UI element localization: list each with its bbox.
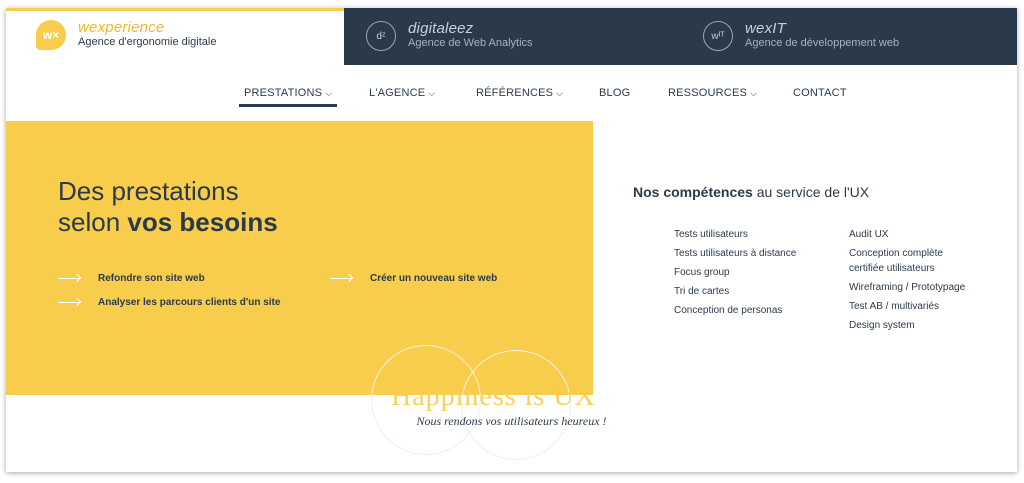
- competences-column-1: Tests utilisateurs Tests utilisateurs à …: [674, 227, 804, 322]
- competence-link[interactable]: Tri de cartes: [674, 284, 804, 299]
- arrow-right-icon: [330, 278, 352, 279]
- nav-item-ressources[interactable]: RESSOURCES ⌵: [668, 87, 757, 99]
- hero-headline: Des prestations selon vos besoins: [58, 176, 278, 238]
- link-label: Créer un nouveau site web: [370, 273, 498, 284]
- brand-bar: w× wexperience Agence d'ergonomie digita…: [6, 8, 1017, 65]
- arrow-right-icon: [58, 302, 80, 303]
- link-analyser-parcours[interactable]: Analyser les parcours clients d'un site: [58, 297, 280, 308]
- chevron-down-icon: ⌵: [428, 87, 436, 98]
- link-refondre-site[interactable]: Refondre son site web: [58, 273, 205, 284]
- brand-digitaleez[interactable]: dᶻ digitaleez Agence de Web Analytics: [366, 21, 533, 51]
- competences-panel: Nos compétences au service de l'UX Tests…: [593, 121, 1017, 395]
- competences-column-2: Audit UX Conception complète certifiée u…: [849, 227, 979, 337]
- link-label: Refondre son site web: [98, 273, 205, 284]
- brand-tagline: Agence d'ergonomie digitale: [78, 36, 217, 48]
- competences-title-bold: Nos compétences: [633, 184, 753, 200]
- competence-link[interactable]: Wireframing / Prototypage: [849, 280, 979, 295]
- competence-link[interactable]: Tests utilisateurs à distance: [674, 246, 804, 261]
- nav-item-references[interactable]: RÉFÉRENCES ⌵: [476, 87, 563, 99]
- competence-link[interactable]: Conception complète certifiée utilisateu…: [849, 246, 979, 276]
- competences-title: Nos compétences au service de l'UX: [633, 184, 869, 200]
- nav-label: CONTACT: [793, 87, 847, 99]
- wexit-logo-icon: wᴵᵀ: [703, 21, 733, 51]
- competence-link[interactable]: Design system: [849, 318, 979, 333]
- chevron-down-icon: ⌵: [325, 87, 333, 98]
- happiness-section: Happiness is UX Nous rendons vos utilisa…: [6, 345, 1017, 472]
- digitaleez-logo-icon: dᶻ: [366, 21, 396, 51]
- nav-item-blog[interactable]: BLOG: [599, 87, 630, 99]
- wexperience-logo-icon: w×: [36, 20, 66, 50]
- competences-title-rest: au service de l'UX: [752, 184, 870, 200]
- happiness-heading: Happiness is UX: [391, 381, 596, 412]
- headline-line1: Des prestations: [58, 176, 239, 206]
- link-creer-site[interactable]: Créer un nouveau site web: [330, 273, 497, 284]
- brand-wexit[interactable]: wᴵᵀ wexIT Agence de développement web: [703, 21, 899, 51]
- link-label: Analyser les parcours clients d'un site: [98, 297, 281, 308]
- headline-line2-bold: vos besoins: [127, 207, 278, 237]
- brand-wexperience[interactable]: w× wexperience Agence d'ergonomie digita…: [36, 20, 216, 50]
- happiness-tagline: Nous rendons vos utilisateurs heureux !: [416, 414, 607, 428]
- competence-link[interactable]: Conception de personas: [674, 303, 804, 318]
- brand-name: digitaleez: [408, 20, 474, 37]
- brand-tagline: Agence de Web Analytics: [408, 37, 533, 49]
- headline-line2-pre: selon: [58, 207, 128, 237]
- chevron-down-icon: ⌵: [750, 87, 758, 98]
- arrow-right-icon: [58, 278, 80, 279]
- competence-link[interactable]: Tests utilisateurs: [674, 227, 804, 242]
- nav-label: RÉFÉRENCES: [476, 87, 554, 99]
- brand-tagline: Agence de développement web: [745, 37, 900, 49]
- competence-link[interactable]: Audit UX: [849, 227, 979, 242]
- nav-item-contact[interactable]: CONTACT: [793, 87, 847, 99]
- nav-label: BLOG: [599, 87, 631, 99]
- main-nav: PRESTATIONS ⌵ L'AGENCE ⌵ RÉFÉRENCES ⌵ BL…: [6, 65, 1017, 121]
- nav-item-agence[interactable]: L'AGENCE ⌵: [369, 87, 435, 99]
- competence-link[interactable]: Focus group: [674, 265, 804, 280]
- brand-name: wexperience: [78, 19, 165, 36]
- browser-frame: w× wexperience Agence d'ergonomie digita…: [6, 8, 1017, 472]
- chevron-down-icon: ⌵: [556, 87, 564, 98]
- nav-label: RESSOURCES: [668, 87, 748, 99]
- competence-link[interactable]: Test AB / multivariés: [849, 299, 979, 314]
- brand-name: wexIT: [745, 20, 787, 37]
- nav-label: PRESTATIONS: [244, 87, 323, 99]
- nav-item-prestations[interactable]: PRESTATIONS ⌵: [238, 87, 338, 107]
- nav-label: L'AGENCE: [369, 87, 426, 99]
